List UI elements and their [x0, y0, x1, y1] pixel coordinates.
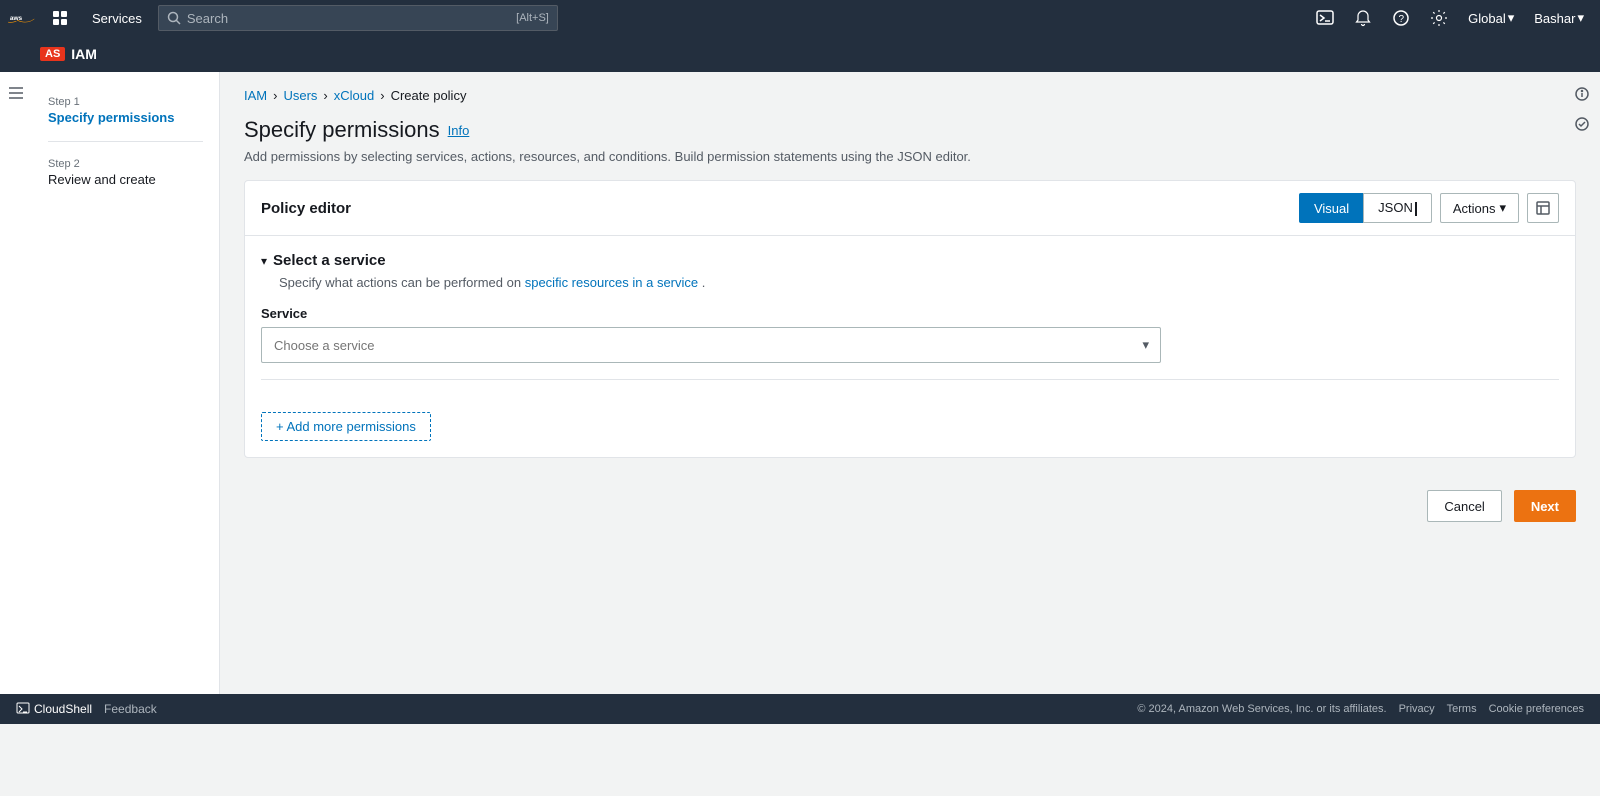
breadcrumb-iam[interactable]: IAM	[244, 88, 267, 103]
footer-copyright: © 2024, Amazon Web Services, Inc. or its…	[1137, 703, 1386, 715]
info-link[interactable]: Info	[448, 123, 470, 138]
feedback-button[interactable]: Feedback	[104, 702, 157, 716]
svg-text:?: ?	[1399, 14, 1405, 25]
breadcrumb-sep2: ›	[323, 88, 327, 103]
breadcrumb-users[interactable]: Users	[283, 88, 317, 103]
main-wrapper: Step 1 Specify permissions Step 2 Review…	[0, 72, 1600, 694]
step1-title: Specify permissions	[48, 110, 203, 125]
step2-label: Step 2	[48, 158, 203, 170]
actions-label: Actions	[1453, 201, 1496, 216]
add-permissions-label: + Add more permissions	[276, 419, 416, 434]
user-caret: ▾	[1577, 10, 1584, 26]
policy-editor-header: Policy editor Visual JSON Actions ▾	[245, 181, 1575, 236]
cloudshell-label: CloudShell	[34, 702, 92, 716]
add-permissions-button[interactable]: + Add more permissions	[261, 412, 431, 441]
editor-controls: Visual JSON Actions ▾	[1299, 193, 1559, 223]
page-title-text: Specify permissions	[244, 117, 440, 143]
step2-item: Step 2 Review and create	[32, 150, 219, 195]
region-caret: ▾	[1508, 10, 1515, 26]
region-selector[interactable]: Global ▾	[1460, 6, 1522, 30]
user-label: Bashar	[1534, 11, 1575, 26]
actions-button[interactable]: Actions ▾	[1440, 193, 1519, 223]
footer: CloudShell Feedback © 2024, Amazon Web S…	[0, 694, 1600, 724]
services-label: Services	[92, 11, 142, 26]
footer-privacy-link[interactable]: Privacy	[1399, 703, 1435, 715]
services-button[interactable]: Services	[84, 7, 150, 30]
search-input[interactable]	[187, 11, 510, 26]
search-icon	[167, 11, 181, 25]
step2-title: Review and create	[48, 172, 203, 187]
left-navigation: Step 1 Specify permissions Step 2 Review…	[0, 72, 220, 694]
section-arrow-icon: ▾	[261, 254, 267, 268]
user-menu[interactable]: Bashar ▾	[1526, 6, 1592, 30]
page-description: Add permissions by selecting services, a…	[244, 149, 1576, 164]
footer-left: CloudShell Feedback	[16, 702, 157, 716]
step1-label: Step 1	[48, 96, 203, 108]
specific-resources-link[interactable]: specific resources in a service	[525, 275, 698, 290]
top-navigation: aws Services [Alt+S]	[0, 0, 1600, 36]
service-header: AS IAM	[0, 36, 1600, 72]
visual-toggle-button[interactable]: Visual	[1299, 193, 1363, 223]
search-shortcut: [Alt+S]	[516, 12, 549, 24]
content-area: IAM › Users › xCloud › Create policy Spe…	[220, 72, 1600, 694]
section-description: Specify what actions can be performed on…	[279, 275, 1559, 290]
json-toggle-button[interactable]: JSON	[1363, 193, 1432, 223]
footer-right: © 2024, Amazon Web Services, Inc. or its…	[1137, 703, 1584, 715]
service-form-label: Service	[261, 306, 1559, 321]
page-title: Specify permissions Info	[244, 117, 1576, 143]
policy-editor-title: Policy editor	[261, 200, 351, 217]
view-toggle-group: Visual JSON	[1299, 193, 1432, 223]
notifications-icon-button[interactable]	[1346, 5, 1380, 31]
terminal-icon-button[interactable]	[1308, 5, 1342, 31]
fullscreen-button[interactable]	[1527, 193, 1559, 223]
service-title: IAM	[71, 46, 97, 62]
breadcrumb-xcloud[interactable]: xCloud	[334, 88, 374, 103]
next-button[interactable]: Next	[1514, 490, 1576, 522]
sidebar-toggle[interactable]	[0, 72, 32, 796]
breadcrumb: IAM › Users › xCloud › Create policy	[244, 88, 1576, 103]
bottom-actions: Cancel Next	[244, 474, 1576, 538]
step-divider	[48, 141, 203, 142]
section-title: Select a service	[273, 252, 386, 269]
breadcrumb-current: Create policy	[391, 88, 467, 103]
policy-editor-card: Policy editor Visual JSON Actions ▾	[244, 180, 1576, 458]
select-service-section: ▾ Select a service Specify what actions …	[245, 236, 1575, 412]
settings-icon-button[interactable]	[1422, 5, 1456, 31]
section-header: ▾ Select a service	[261, 252, 1559, 269]
actions-caret: ▾	[1499, 200, 1506, 216]
service-select-wrapper: ▾	[261, 327, 1161, 363]
cursor-indicator	[1415, 202, 1417, 216]
breadcrumb-sep3: ›	[380, 88, 384, 103]
step1-item: Step 1 Specify permissions	[32, 88, 219, 133]
service-select-input[interactable]	[261, 327, 1161, 363]
help-icon-button[interactable]: ?	[1384, 5, 1418, 31]
service-badge: AS	[40, 47, 65, 61]
footer-terms-link[interactable]: Terms	[1447, 703, 1477, 715]
search-bar: [Alt+S]	[158, 5, 558, 31]
region-label: Global	[1468, 11, 1506, 26]
grid-icon[interactable]	[44, 6, 76, 30]
section-divider	[261, 379, 1559, 380]
right-panel-icon-2[interactable]	[1568, 110, 1596, 138]
right-panel-icons	[1564, 72, 1600, 146]
svg-text:aws: aws	[10, 15, 23, 22]
cancel-button[interactable]: Cancel	[1427, 490, 1501, 522]
footer-cookie-link[interactable]: Cookie preferences	[1489, 703, 1584, 715]
right-panel-icon-1[interactable]	[1568, 80, 1596, 108]
service-name: AS IAM	[40, 46, 97, 62]
nav-right-controls: ? Global ▾ Bashar ▾	[1308, 5, 1592, 31]
aws-logo[interactable]: aws	[8, 8, 36, 28]
expand-icon	[1536, 201, 1550, 215]
breadcrumb-sep1: ›	[273, 88, 277, 103]
